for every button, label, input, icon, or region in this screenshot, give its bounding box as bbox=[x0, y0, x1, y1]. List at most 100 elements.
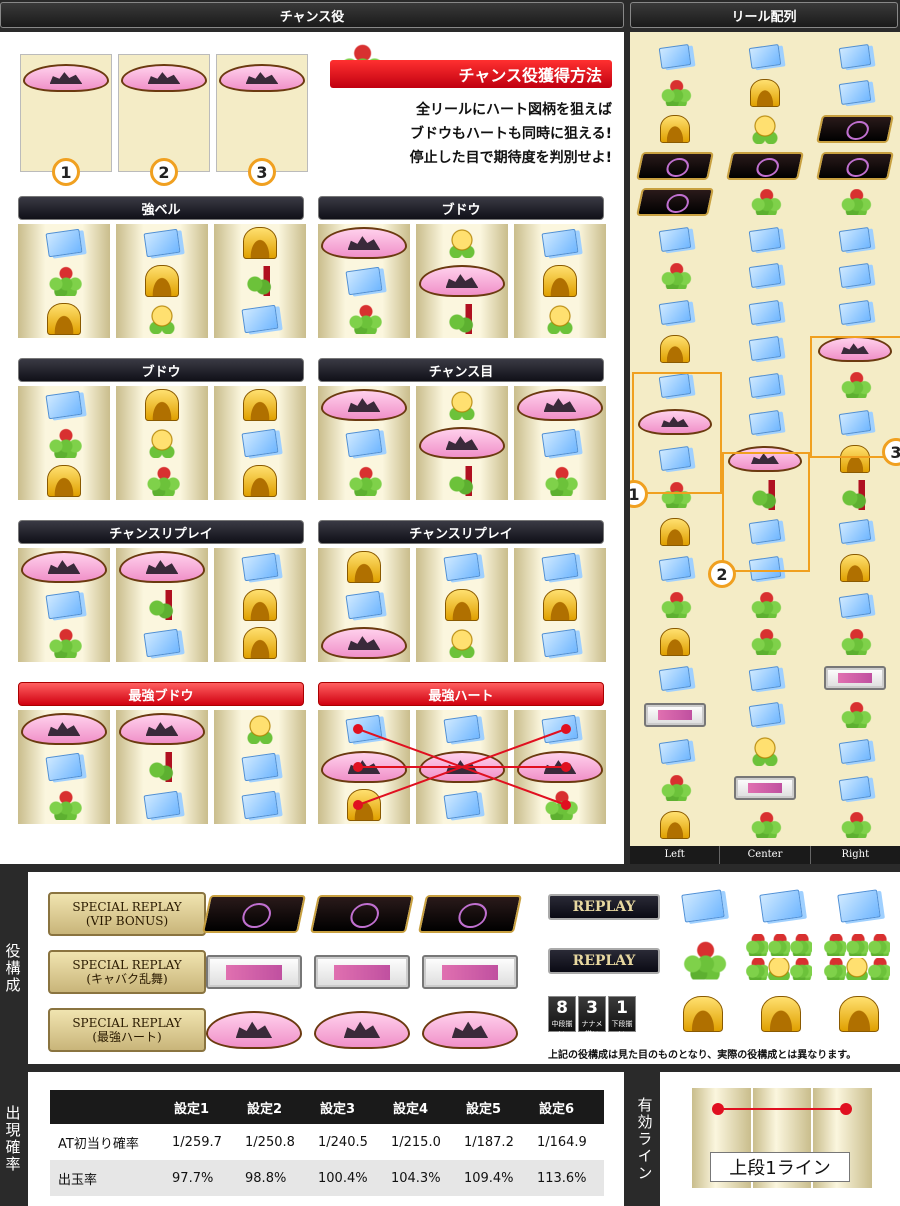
tag-line: (キャバク乱舞) bbox=[86, 972, 168, 986]
strip-cell bbox=[810, 697, 900, 733]
line-dot bbox=[712, 1103, 724, 1115]
card-icon bbox=[837, 889, 881, 923]
reel-cell bbox=[217, 59, 307, 97]
strip-cell bbox=[720, 184, 810, 220]
card-icon bbox=[838, 738, 872, 764]
highlight-box-3 bbox=[810, 336, 900, 458]
reel-cell bbox=[318, 462, 410, 500]
heart-icon bbox=[321, 389, 407, 421]
card-icon bbox=[241, 304, 279, 334]
reel-cell bbox=[514, 710, 606, 748]
card-icon bbox=[658, 738, 692, 764]
reel-cell bbox=[116, 386, 208, 424]
reel-cell bbox=[514, 462, 606, 500]
strip-cell bbox=[720, 111, 810, 147]
reel-cell bbox=[318, 386, 410, 424]
reel-cell bbox=[318, 624, 410, 662]
reel-cell bbox=[514, 748, 606, 786]
reel-cell bbox=[18, 300, 110, 338]
card-icon bbox=[658, 43, 692, 69]
trophy-icon bbox=[447, 390, 477, 420]
grape-icon bbox=[790, 934, 812, 956]
reel-cell bbox=[214, 548, 306, 586]
strip-cell bbox=[720, 770, 810, 806]
probability-table: 設定1 設定2 設定3 設定4 設定5 設定6 AT初当り確率 1/259.7 1/250.8 1… bbox=[50, 1090, 604, 1196]
reel-column-labels: Left Center Right bbox=[630, 846, 900, 864]
bell-icon bbox=[145, 265, 179, 297]
bell-icon bbox=[243, 589, 277, 621]
card-icon bbox=[748, 409, 782, 435]
card-icon bbox=[658, 299, 692, 325]
card-icon bbox=[541, 714, 579, 744]
pay-count-label: ナナメ揃い bbox=[581, 1020, 603, 1038]
trophy-icon bbox=[147, 428, 177, 458]
reel-cell bbox=[116, 262, 208, 300]
reel-cell bbox=[318, 224, 410, 262]
card-icon bbox=[45, 390, 83, 420]
grape-icon bbox=[748, 628, 782, 655]
side-label-text: 有効ライン bbox=[635, 1096, 654, 1182]
strip-cell bbox=[810, 514, 900, 550]
card-icon bbox=[345, 590, 383, 620]
grape-icon bbox=[838, 189, 872, 216]
grape-icon bbox=[868, 934, 890, 956]
strip-cell bbox=[720, 367, 810, 403]
row-label: AT初当り確率 bbox=[50, 1124, 167, 1160]
column-label-right: Right bbox=[841, 849, 870, 860]
grape-icon bbox=[846, 934, 868, 956]
heart-icon bbox=[119, 713, 205, 745]
reel-cell bbox=[318, 262, 410, 300]
pay-count-box: 1 下段揃い bbox=[608, 996, 636, 1038]
reel-window bbox=[116, 710, 208, 824]
grape-icon bbox=[44, 628, 84, 658]
wine-icon bbox=[145, 590, 179, 620]
reel-cell bbox=[18, 586, 110, 624]
strip-cell bbox=[810, 148, 900, 184]
table-header: 設定6 bbox=[530, 1090, 604, 1124]
heart-icon bbox=[21, 551, 107, 583]
heart-icon bbox=[419, 427, 505, 459]
card-icon bbox=[838, 226, 872, 252]
trophy-icon bbox=[147, 304, 177, 334]
grape-icon bbox=[658, 79, 692, 106]
grape-icon bbox=[677, 940, 729, 980]
card-icon bbox=[838, 80, 872, 106]
grape-icon bbox=[838, 628, 872, 655]
reel-cell bbox=[116, 748, 208, 786]
strip-cell bbox=[630, 514, 720, 550]
section-header: チャンスリプレイ bbox=[18, 520, 304, 544]
reel-cell bbox=[116, 224, 208, 262]
reel-cell bbox=[416, 548, 508, 586]
strip-cell bbox=[810, 770, 900, 806]
trophy-icon bbox=[245, 714, 275, 744]
reel-cell bbox=[214, 424, 306, 462]
reel-window bbox=[416, 224, 508, 338]
bell-icon bbox=[347, 551, 381, 583]
reel-array-panel: 1 2 3 Left Center Right bbox=[630, 32, 900, 864]
strip-cell bbox=[720, 807, 810, 843]
bell-icon bbox=[243, 465, 277, 497]
reel-window bbox=[214, 224, 306, 338]
howto-box: チャンス役獲得方法 全リールにハート図柄を狙えば ブドウもハートも同時に狙える!… bbox=[330, 42, 614, 182]
card-icon bbox=[241, 790, 279, 820]
header-text: チャンス役 bbox=[279, 9, 345, 25]
card-icon bbox=[748, 702, 782, 728]
heart-icon bbox=[321, 627, 407, 659]
card-icon bbox=[143, 790, 181, 820]
reel-cell bbox=[514, 224, 606, 262]
strip-cell bbox=[810, 221, 900, 257]
reel-cell bbox=[416, 300, 508, 338]
heart-icon bbox=[219, 64, 305, 92]
grape-icon bbox=[838, 701, 872, 728]
reel-cell bbox=[318, 548, 410, 586]
pay-count-box: 8 中段揃い bbox=[548, 996, 576, 1038]
pay-count-label: 中段揃い bbox=[551, 1020, 573, 1038]
reel-window bbox=[18, 548, 110, 662]
reel-cell bbox=[514, 386, 606, 424]
strip-cell bbox=[630, 221, 720, 257]
reel-cell bbox=[18, 262, 110, 300]
reel-window bbox=[214, 548, 306, 662]
strip-cell bbox=[720, 331, 810, 367]
trophy-icon bbox=[447, 628, 477, 658]
table-cell: 1/215.0 bbox=[384, 1124, 458, 1160]
